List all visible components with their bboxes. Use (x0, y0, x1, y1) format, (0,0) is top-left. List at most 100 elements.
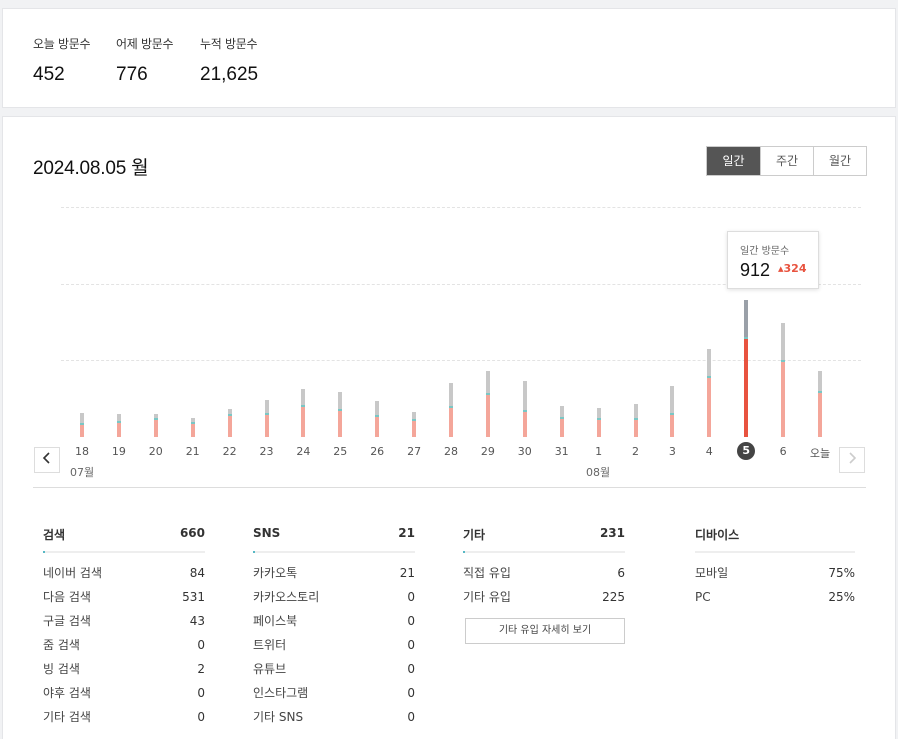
yesterday-visits-label: 어제 방문수 (116, 37, 174, 51)
gridline (61, 207, 861, 208)
today-visits-value: 452 (33, 64, 65, 85)
chevron-right-icon (849, 452, 857, 464)
x-tick-label[interactable]: 31 (547, 445, 577, 458)
row-value: 43 (189, 614, 205, 628)
x-tick-label[interactable]: 25 (325, 445, 355, 458)
bar-18[interactable] (80, 412, 84, 437)
x-tick-label[interactable]: 22 (215, 445, 245, 458)
bar-segment-accent (596, 417, 601, 420)
bar-31[interactable] (559, 406, 564, 437)
x-tick-label[interactable]: 2 (621, 445, 651, 458)
x-tick-label[interactable]: 18 (67, 445, 97, 458)
bar-1[interactable] (596, 407, 601, 437)
x-tick-label[interactable]: 24 (288, 445, 318, 458)
x-tick-label[interactable]: 19 (104, 445, 134, 458)
row-value: 0 (407, 638, 415, 652)
etc-detail-button[interactable]: 기타 유입 자세히 보기 (465, 618, 625, 644)
yesterday-visits-value: 776 (116, 64, 148, 85)
bar-22[interactable] (227, 409, 232, 437)
bar-20[interactable] (153, 413, 158, 437)
bar-25[interactable] (338, 391, 343, 437)
bar-segment-accent (153, 417, 158, 420)
bar-segment-other (301, 388, 306, 407)
x-tick-label[interactable]: 29 (473, 445, 503, 458)
row-label: 페이스북 (253, 614, 298, 628)
x-tick-label[interactable]: 28 (436, 445, 466, 458)
x-tick-label[interactable]: 오늘 (805, 445, 835, 461)
prev-period-button[interactable] (34, 447, 60, 473)
bar-segment-main (412, 419, 417, 437)
bar-segment-accent (781, 360, 786, 363)
today-visits-stat: 오늘 방문수 452 (33, 35, 91, 86)
bar-segment-main (485, 393, 490, 437)
table-row: 기타 유입 225 (463, 587, 625, 611)
row-value: 0 (197, 638, 205, 652)
x-tick-label[interactable]: 1 (584, 445, 614, 458)
table-title: 검색 (43, 528, 66, 542)
x-tick-label[interactable]: 20 (141, 445, 171, 458)
bar-21[interactable] (190, 418, 195, 437)
bar-segment-accent (670, 413, 675, 416)
table-title: 디바이스 (695, 528, 740, 542)
x-tick-label[interactable]: 26 (362, 445, 392, 458)
table-header: 기타 231 (463, 526, 625, 548)
x-tick-label[interactable]: 3 (657, 445, 687, 458)
bar-segment-main (633, 418, 638, 437)
row-label: 줌 검색 (43, 638, 80, 652)
next-period-button[interactable] (839, 447, 865, 473)
row-value: 6 (617, 566, 625, 580)
x-tick-label[interactable]: 21 (178, 445, 208, 458)
table-header: SNS 21 (253, 526, 415, 548)
bar-4[interactable] (707, 349, 712, 437)
bar-segment-accent (744, 336, 749, 339)
bar-29[interactable] (485, 371, 490, 437)
row-value: 84 (189, 566, 205, 580)
x-tick-label[interactable]: 4 (694, 445, 724, 458)
bar-24[interactable] (301, 388, 306, 437)
bar-30[interactable] (522, 381, 527, 437)
table-row: 빙 검색 2 (43, 659, 205, 683)
table-row: 카카오톡 21 (253, 563, 415, 587)
bar-오늘[interactable] (818, 371, 822, 437)
table-total: 231 (599, 526, 625, 540)
table-row: 모바일 75% (695, 563, 855, 587)
bar-26[interactable] (375, 400, 380, 437)
row-label: 빙 검색 (43, 662, 80, 676)
bar-segment-main (781, 361, 786, 437)
row-label: 구글 검색 (43, 614, 91, 628)
bar-segment-main (153, 418, 158, 437)
bar-28[interactable] (449, 383, 453, 437)
tooltip-delta-value: 324 (783, 262, 807, 275)
bar-6[interactable] (781, 322, 786, 437)
bar-27[interactable] (412, 412, 417, 437)
bar-segment-other (633, 403, 638, 419)
row-label: 기타 SNS (253, 710, 304, 724)
bar-segment-other (781, 322, 786, 362)
total-visits-value: 21,625 (200, 64, 259, 85)
bar-19[interactable] (116, 414, 121, 437)
x-tick-label[interactable]: 30 (510, 445, 540, 458)
x-tick-label[interactable]: 23 (252, 445, 282, 458)
row-value: 0 (197, 710, 205, 724)
total-visits-label: 누적 방문수 (200, 37, 258, 51)
bar-segment-accent (633, 417, 638, 420)
x-tick-label[interactable]: 6 (768, 445, 798, 458)
x-tick-label[interactable]: 27 (399, 445, 429, 458)
table-row: 기타 검색 0 (43, 707, 205, 731)
total-visits-stat: 누적 방문수 21,625 (200, 35, 258, 86)
bar-segment-other (522, 381, 527, 411)
x-tick-label[interactable]: 5 (737, 442, 756, 460)
row-label: PC (695, 590, 711, 604)
visits-chart: 18 19 20 21 22 23 24 25 26 27 28 29 30 31 1 2 3 4 5 6 오늘 07월… (3, 117, 897, 497)
row-label: 네이버 검색 (43, 566, 103, 580)
table-total: 21 (398, 526, 415, 540)
bar-2[interactable] (633, 403, 638, 437)
row-label: 트위터 (253, 638, 287, 652)
table-row: 카카오스토리 0 (253, 587, 415, 611)
bar-23[interactable] (264, 400, 269, 437)
bar-5[interactable] (744, 299, 749, 437)
bar-segment-other (264, 400, 269, 414)
bar-3[interactable] (670, 385, 675, 437)
tooltip-delta: ▴324 (778, 262, 807, 275)
sns-referrer-table: SNS 21 카카오톡 21 카카오스토리 0 페이스북 0 트위터 0 유튜브 0 인스… (253, 526, 415, 731)
